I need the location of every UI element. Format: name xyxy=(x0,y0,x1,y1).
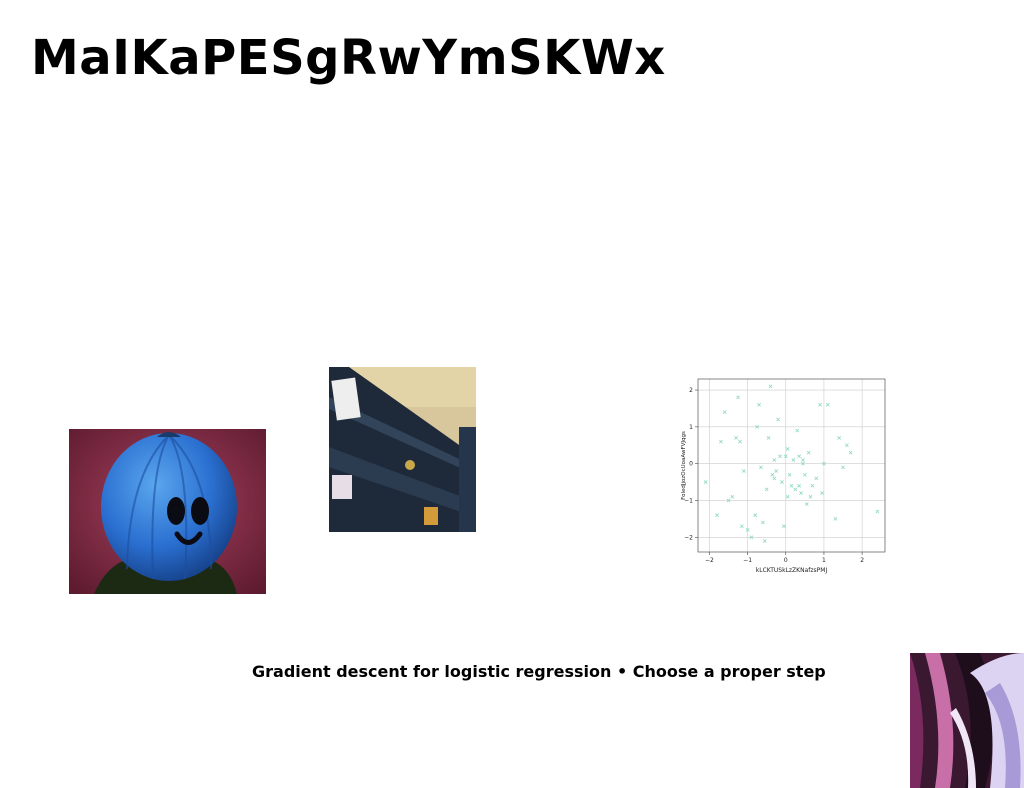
scatter-point xyxy=(730,494,735,499)
x-tick-label: −2 xyxy=(705,557,714,564)
y-tick-label: 1 xyxy=(689,424,693,431)
scatter-point xyxy=(799,491,803,495)
scatter-point xyxy=(793,487,798,492)
scatter-point xyxy=(844,443,849,448)
scatter-point xyxy=(787,472,792,477)
scatter-point xyxy=(789,483,794,488)
x-axis-label: kLCKTUSkLzZKNafzsPMJ xyxy=(756,567,828,574)
scatter-point xyxy=(791,458,796,462)
scatter-point xyxy=(837,436,842,440)
scatter-point xyxy=(759,465,763,470)
scatter-point xyxy=(797,454,802,459)
scatter-point xyxy=(841,465,845,470)
scatter-point xyxy=(785,447,790,451)
scatter-point xyxy=(762,539,767,543)
scatter-point xyxy=(757,402,761,407)
scatter-point xyxy=(806,450,811,455)
y-tick-label: −2 xyxy=(684,534,693,541)
x-tick-label: 1 xyxy=(822,557,826,564)
scatter-point xyxy=(719,439,723,444)
scatter-point xyxy=(825,402,830,407)
scatter-point xyxy=(848,450,853,455)
x-tick-label: 2 xyxy=(860,557,864,564)
scatter-point xyxy=(785,494,790,499)
x-tick-label: 0 xyxy=(784,557,788,564)
scatter-point xyxy=(814,476,819,481)
scatter-point xyxy=(810,483,815,488)
scatter-point xyxy=(875,509,880,514)
plot-frame xyxy=(697,378,886,553)
y-tick-label: 2 xyxy=(689,387,693,394)
slide-title: MaIKaPESgRwYmSKWx xyxy=(31,30,666,86)
x-tick-label: −1 xyxy=(743,557,752,564)
scatter-point xyxy=(772,476,777,481)
scatter-point xyxy=(741,469,746,473)
scatter-chart: −2 −1 0 1 2 −2 −1 0 1 2 kLCKTUSkLzZKNafzsPMJ FoledJ… xyxy=(672,372,892,577)
scatter-point xyxy=(781,524,786,529)
scatter-point xyxy=(770,472,775,477)
scatter-point xyxy=(797,483,802,488)
scatter-point xyxy=(760,520,765,525)
scatter-point xyxy=(801,458,805,462)
scatter-point xyxy=(715,513,719,518)
scatter-point xyxy=(774,469,779,473)
scatter-point xyxy=(778,454,782,459)
slide-caption: Gradient descent for logistic regression… xyxy=(252,662,826,681)
scatter-point xyxy=(820,491,824,495)
scatter-point xyxy=(703,480,708,484)
scatter-point xyxy=(804,502,809,507)
scatter-point xyxy=(818,402,823,407)
y-axis-label: FoledJjozOcUoaAwFVJqgs xyxy=(681,431,687,500)
scatter-point xyxy=(795,428,800,433)
scatter-point xyxy=(772,458,777,462)
scatter-point xyxy=(753,513,758,518)
blue-pumpkin-character-image xyxy=(69,429,266,594)
scatter-point xyxy=(736,395,740,400)
scatter-point xyxy=(740,524,744,529)
scatter-point xyxy=(722,410,727,415)
scatter-point xyxy=(833,516,838,521)
scatter-point xyxy=(766,436,771,440)
abstract-swirl-image xyxy=(910,653,1024,788)
scatter-point xyxy=(738,439,742,444)
scatter-point xyxy=(802,472,807,477)
scatter-point xyxy=(764,487,769,492)
wooden-notice-board-image xyxy=(329,367,476,532)
y-tick-label: 0 xyxy=(689,461,693,468)
scatter-point xyxy=(780,480,784,484)
scatter-point xyxy=(776,417,781,422)
scatter-point xyxy=(734,436,739,440)
scatter-point xyxy=(808,494,813,499)
scatter-point xyxy=(768,384,773,389)
